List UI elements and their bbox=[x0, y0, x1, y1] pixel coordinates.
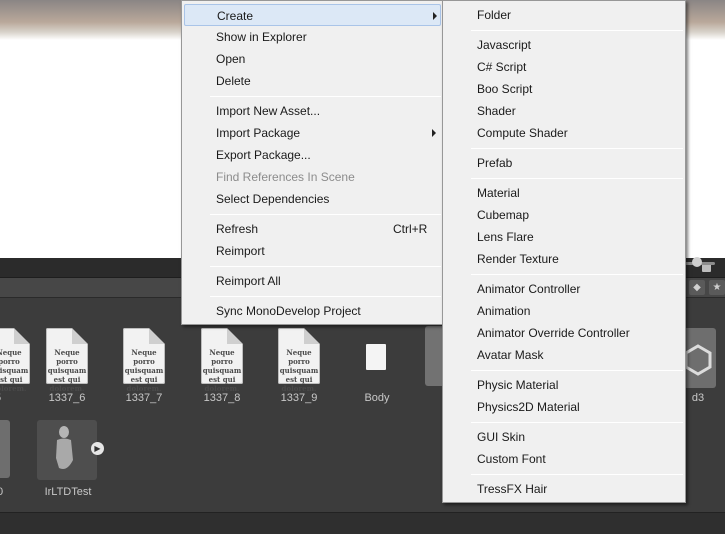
menu-item-label: Create bbox=[217, 9, 254, 23]
file-icon bbox=[366, 344, 386, 370]
asset-item[interactable]: Neque porro quisquam est qui dolorem. 13… bbox=[264, 328, 334, 408]
menu-item-show-in-explorer[interactable]: Show in Explorer bbox=[216, 26, 307, 48]
menu-item-export-package[interactable]: Export Package... bbox=[216, 144, 311, 166]
submenu-item-physic-material[interactable]: Physic Material bbox=[477, 374, 558, 396]
menu-separator bbox=[471, 178, 683, 179]
menu-separator bbox=[210, 296, 441, 297]
submenu-item-avatar-mask[interactable]: Avatar Mask bbox=[477, 344, 543, 366]
text-asset-icon: Neque porro quisquam est qui dolorem. bbox=[46, 328, 88, 393]
label-filter-icon[interactable]: ◆ bbox=[689, 280, 705, 295]
menu-item-label: Refresh bbox=[216, 222, 259, 236]
submenu-item-prefab[interactable]: Prefab bbox=[477, 152, 512, 174]
submenu-item-boo-script[interactable]: Boo Script bbox=[477, 78, 532, 100]
asset-item[interactable]: Neque porro quisquam est qui dolorem. 13… bbox=[187, 328, 257, 408]
submenu-item-physics2d-material[interactable]: Physics2D Material bbox=[477, 396, 580, 418]
asset-item[interactable]: Body bbox=[342, 328, 412, 408]
asset-item[interactable]: 0 bbox=[0, 418, 35, 498]
menu-item-delete[interactable]: Delete bbox=[216, 70, 251, 92]
create-submenu: Folder Javascript C# Script Boo Script S… bbox=[442, 0, 686, 503]
submenu-item-material[interactable]: Material bbox=[477, 182, 520, 204]
play-icon[interactable]: ▶ bbox=[91, 442, 104, 455]
submenu-item-cubemap[interactable]: Cubemap bbox=[477, 204, 529, 226]
model-thumbnail bbox=[37, 420, 97, 480]
menu-separator bbox=[471, 370, 683, 371]
asset-label: _5 bbox=[0, 392, 30, 404]
zoom-slider-thumb[interactable] bbox=[692, 257, 702, 267]
menu-separator bbox=[210, 214, 441, 215]
asset-label: 1337_7 bbox=[125, 392, 163, 404]
menu-separator bbox=[471, 274, 683, 275]
asset-item[interactable]: ▶ IrLTDTest bbox=[33, 418, 104, 498]
submenu-item-custom-font[interactable]: Custom Font bbox=[477, 448, 546, 470]
menu-item-find-references: Find References In Scene bbox=[216, 170, 355, 184]
submenu-item-animator-controller[interactable]: Animator Controller bbox=[477, 278, 580, 300]
asset-label: 1337_6 bbox=[48, 392, 86, 404]
submenu-arrow-icon bbox=[433, 12, 437, 20]
menu-item-create[interactable]: Create bbox=[184, 4, 441, 26]
text-asset-icon: Neque porro quisquam est qui dolorem. bbox=[201, 328, 243, 393]
submenu-item-render-texture[interactable]: Render Texture bbox=[477, 248, 559, 270]
favorite-star-icon[interactable]: ★ bbox=[709, 280, 725, 295]
doc-preview-text: Neque porro quisquam est qui dolorem. bbox=[279, 348, 319, 393]
submenu-item-tressfx-hair[interactable]: TressFX Hair bbox=[477, 478, 547, 500]
menu-item-open[interactable]: Open bbox=[216, 48, 245, 70]
unity-logo-icon bbox=[0, 420, 10, 478]
menu-separator bbox=[210, 96, 441, 97]
menu-separator bbox=[471, 422, 683, 423]
asset-item[interactable]: Neque porro quisquam est qui dolorem. 13… bbox=[32, 328, 102, 408]
menu-separator bbox=[471, 30, 683, 31]
submenu-item-folder[interactable]: Folder bbox=[477, 4, 511, 26]
submenu-item-shader[interactable]: Shader bbox=[477, 100, 516, 122]
context-menu: Create Show in Explorer Open Delete Impo… bbox=[181, 0, 444, 325]
menu-item-select-dependencies[interactable]: Select Dependencies bbox=[216, 188, 329, 210]
lock-icon[interactable] bbox=[702, 264, 711, 272]
menu-item-refresh[interactable]: Refresh Ctrl+R bbox=[216, 218, 438, 240]
asset-item[interactable]: Neque porro quisquam est qui dolorem. _5 bbox=[0, 328, 30, 408]
asset-label: 0 bbox=[0, 486, 35, 498]
menu-separator bbox=[210, 266, 441, 267]
menu-shortcut: Ctrl+R bbox=[393, 222, 428, 236]
submenu-arrow-icon bbox=[432, 129, 436, 137]
menu-separator bbox=[471, 474, 683, 475]
menu-item-label: Import Package bbox=[216, 126, 301, 140]
project-status-bar bbox=[0, 512, 725, 534]
asset-label: IrLTDTest bbox=[44, 486, 92, 498]
menu-separator bbox=[471, 148, 683, 149]
submenu-item-csharp-script[interactable]: C# Script bbox=[477, 56, 526, 78]
asset-label: Body bbox=[364, 392, 390, 404]
menu-item-reimport-all[interactable]: Reimport All bbox=[216, 270, 281, 292]
doc-preview-text: Neque porro quisquam est qui dolorem. bbox=[47, 348, 87, 393]
submenu-item-gui-skin[interactable]: GUI Skin bbox=[477, 426, 525, 448]
menu-item-reimport[interactable]: Reimport bbox=[216, 240, 265, 262]
asset-item[interactable]: Neque porro quisquam est qui dolorem. 13… bbox=[109, 328, 179, 408]
menu-item-import-new-asset[interactable]: Import New Asset... bbox=[216, 100, 320, 122]
doc-preview-text: Neque porro quisquam est qui dolorem. bbox=[202, 348, 242, 393]
submenu-item-javascript[interactable]: Javascript bbox=[477, 34, 531, 56]
doc-preview-text: Neque porro quisquam est qui dolorem. bbox=[0, 348, 29, 393]
asset-label: 1337_9 bbox=[280, 392, 318, 404]
text-asset-icon: Neque porro quisquam est qui dolorem. bbox=[123, 328, 165, 393]
text-asset-icon: Neque porro quisquam est qui dolorem. bbox=[0, 328, 30, 393]
menu-item-sync-monodevelop[interactable]: Sync MonoDevelop Project bbox=[216, 300, 361, 322]
submenu-item-lens-flare[interactable]: Lens Flare bbox=[477, 226, 534, 248]
submenu-item-animator-override-controller[interactable]: Animator Override Controller bbox=[477, 322, 630, 344]
menu-item-import-package[interactable]: Import Package bbox=[216, 122, 438, 144]
text-asset-icon: Neque porro quisquam est qui dolorem. bbox=[278, 328, 320, 393]
doc-preview-text: Neque porro quisquam est qui dolorem. bbox=[124, 348, 164, 393]
submenu-item-compute-shader[interactable]: Compute Shader bbox=[477, 122, 568, 144]
submenu-item-animation[interactable]: Animation bbox=[477, 300, 530, 322]
asset-label: 1337_8 bbox=[203, 392, 241, 404]
